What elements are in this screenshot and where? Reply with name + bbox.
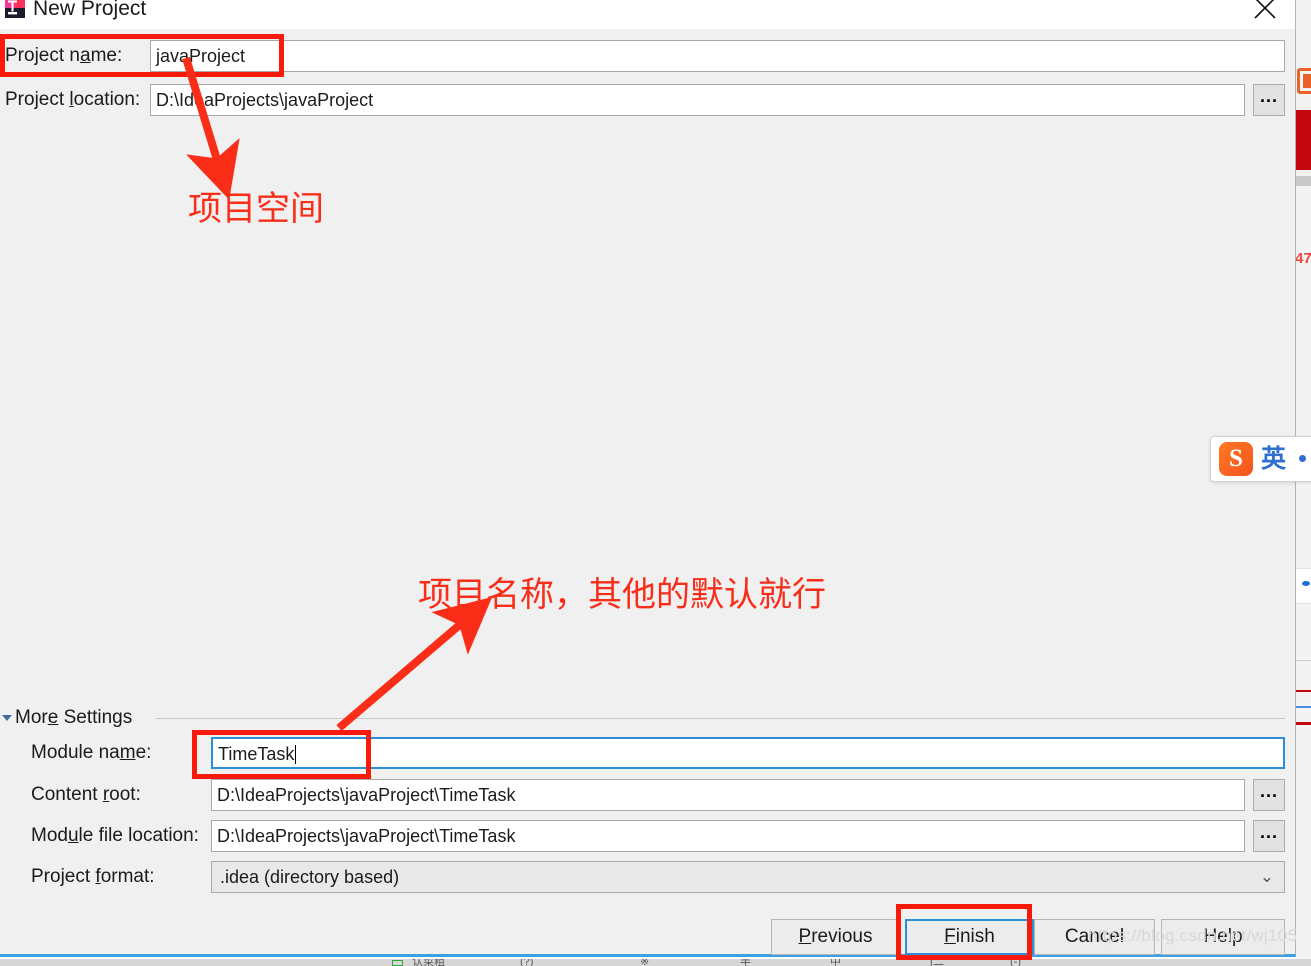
- chevron-down-icon: ⌄: [1259, 867, 1274, 886]
- project-format-select[interactable]: .idea (directory based) ⌄: [211, 861, 1285, 893]
- module-name-value: TimeTask: [218, 744, 295, 764]
- content-root-input[interactable]: D:\IdeaProjects\javaProject\TimeTask: [211, 779, 1245, 811]
- close-icon[interactable]: [1243, 0, 1287, 25]
- finish-button[interactable]: Finish: [905, 919, 1034, 955]
- module-file-location-browse-button[interactable]: ...: [1253, 820, 1285, 852]
- dialog-titlebar: New Project: [0, 0, 1295, 29]
- ime-menu-dot-icon[interactable]: [1299, 455, 1306, 462]
- ime-mode-indicator[interactable]: 英: [1261, 445, 1286, 473]
- project-name-label: Project name:: [5, 45, 123, 66]
- background-red-text: 47: [1295, 250, 1311, 267]
- chevron-down-icon: [2, 715, 12, 721]
- taskbar-green-icon: [392, 960, 403, 966]
- content-root-label: Content root:: [31, 784, 141, 805]
- taskbar-item: 中: [830, 959, 841, 966]
- background-orange-icon: [1297, 68, 1311, 94]
- sogou-ime-bar[interactable]: S 英: [1210, 436, 1311, 482]
- project-format-label: Project format:: [31, 866, 155, 887]
- background-dot: [1302, 581, 1310, 586]
- module-file-location-row: Module file location: D:\IdeaProjects\ja…: [0, 820, 1291, 852]
- taskbar-item: (?): [520, 959, 534, 966]
- content-root-browse-button[interactable]: ...: [1253, 779, 1285, 811]
- background-gray-bar: [1296, 176, 1311, 186]
- background-divider: [1296, 660, 1311, 661]
- background-red-rule: [1296, 690, 1311, 692]
- project-location-row: Project location: D:\IdeaProjects\javaPr…: [0, 84, 1291, 116]
- taskbar-item: 认菜粗: [412, 959, 445, 966]
- new-project-dialog: New Project Project name: javaProject Pr…: [0, 0, 1296, 957]
- taskbar-sliver: 认菜粗 (?) ※ 半 中 [二 (-): [0, 959, 1311, 966]
- more-settings-section-header[interactable]: More Settings: [1, 706, 1285, 730]
- watermark-text: https://blog.csdn.net/wj105: [1088, 926, 1298, 945]
- sogou-logo-icon[interactable]: S: [1219, 442, 1253, 476]
- content-root-row: Content root: D:\IdeaProjects\javaProjec…: [0, 779, 1291, 811]
- project-format-row: Project format: .idea (directory based) …: [0, 861, 1291, 893]
- taskbar-item: (-): [1010, 959, 1021, 966]
- dialog-title: New Project: [33, 0, 147, 20]
- more-settings-label: More Settings: [15, 707, 133, 728]
- taskbar-item: 半: [740, 959, 751, 966]
- project-name-input[interactable]: javaProject: [150, 40, 1285, 72]
- project-location-browse-button[interactable]: ...: [1253, 84, 1285, 116]
- section-divider: [156, 718, 1285, 719]
- project-name-row: Project name: javaProject: [0, 40, 1291, 72]
- taskbar-item: [二: [930, 959, 945, 966]
- module-file-location-input[interactable]: D:\IdeaProjects\javaProject\TimeTask: [211, 820, 1245, 852]
- project-location-input[interactable]: D:\IdeaProjects\javaProject: [150, 84, 1245, 116]
- previous-button[interactable]: Previous: [771, 919, 900, 955]
- module-name-input[interactable]: TimeTask: [211, 737, 1285, 769]
- background-blue-rule: [1296, 706, 1311, 708]
- text-caret: [295, 745, 297, 764]
- background-red-banner: [1296, 110, 1311, 170]
- module-file-location-label: Module file location:: [31, 825, 199, 846]
- project-location-label: Project location:: [5, 89, 141, 110]
- taskbar-item: ※: [640, 959, 650, 966]
- module-name-label: Module name:: [31, 742, 152, 763]
- project-format-value: .idea (directory based): [220, 867, 400, 887]
- background-red-rule: [1296, 722, 1311, 725]
- intellij-idea-icon: [5, 0, 25, 18]
- module-name-row: Module name: TimeTask: [0, 737, 1291, 769]
